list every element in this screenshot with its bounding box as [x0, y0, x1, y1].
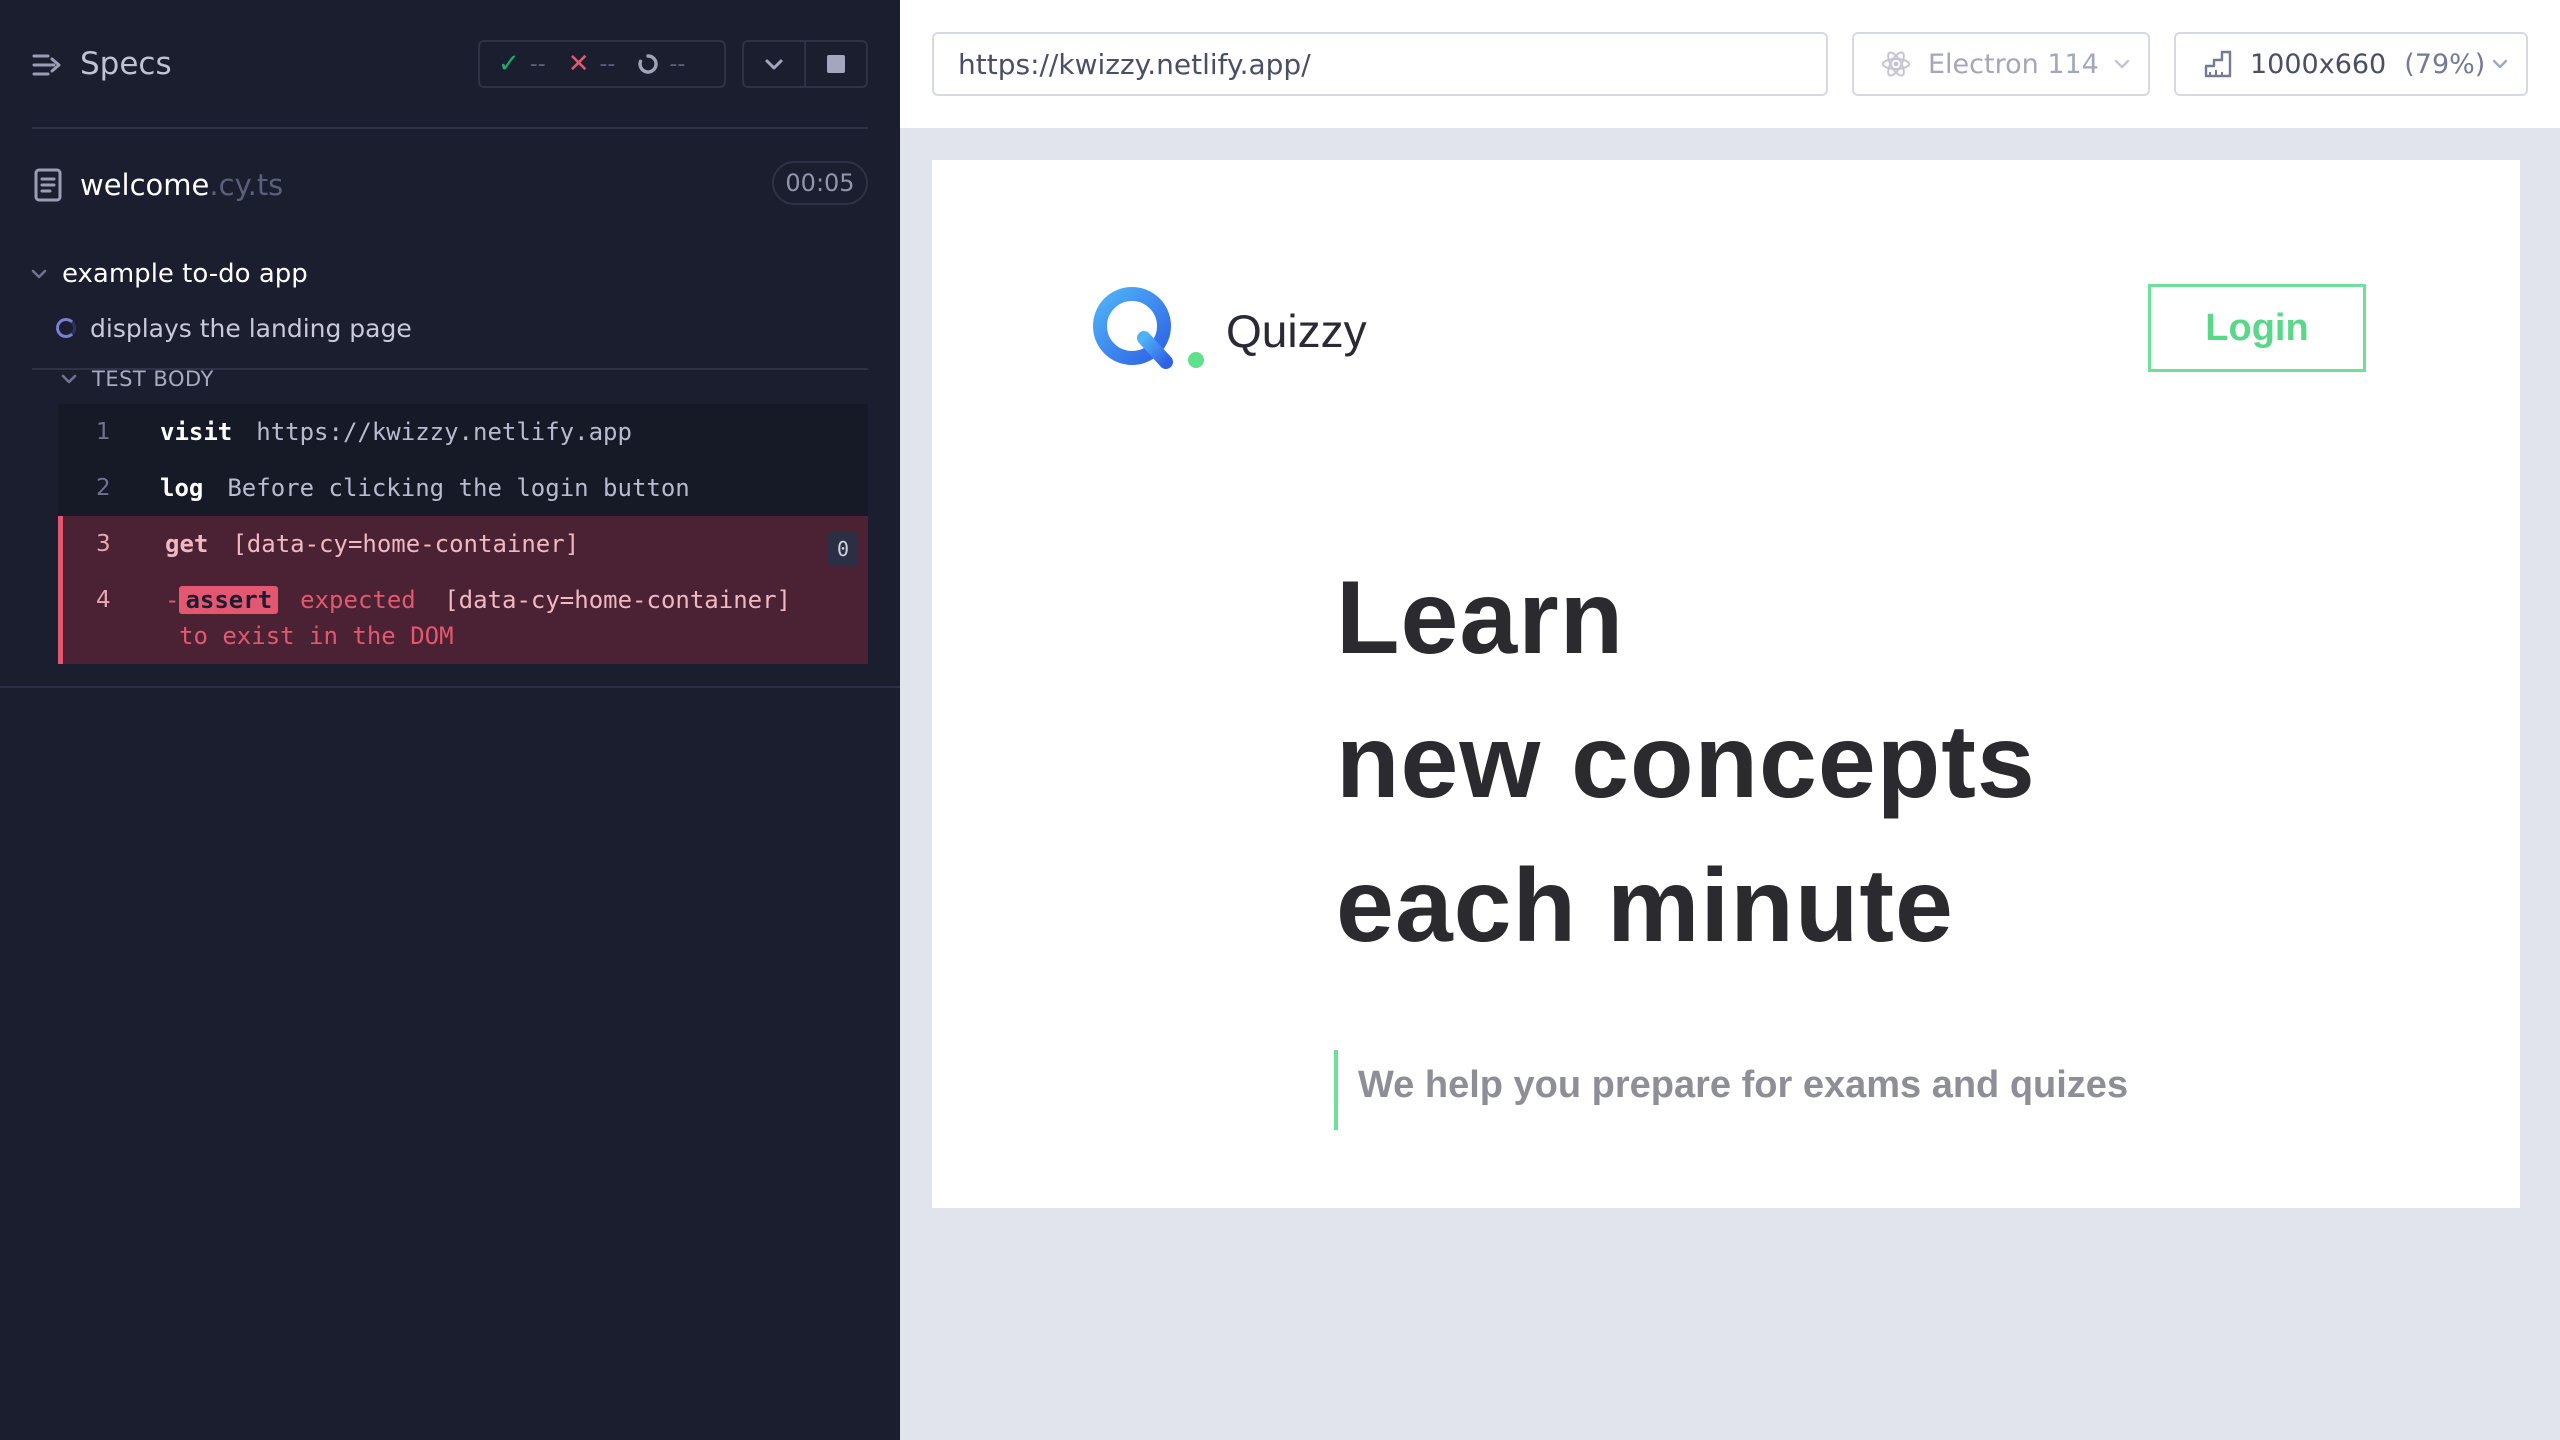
stop-icon — [827, 55, 845, 73]
stop-button[interactable] — [804, 42, 866, 86]
command-row[interactable]: 1 visit https://kwizzy.netlify.app — [58, 404, 868, 460]
pending-stat: -- — [637, 52, 685, 77]
aut-header: https://kwizzy.netlify.app/ Electron 114… — [900, 0, 2560, 128]
command-row[interactable]: 2 log Before clicking the login button — [58, 460, 868, 516]
pending-circle-icon — [638, 54, 659, 74]
brand-name: Quizzy — [1226, 305, 1367, 357]
run-controls — [742, 40, 868, 88]
chevron-down-icon — [2493, 59, 2508, 69]
viewport-selector[interactable]: 1000x660 (79%) — [2174, 32, 2528, 96]
chevron-down-icon — [2114, 59, 2130, 69]
runner-header: Specs ✓ -- ✕ -- -- — [0, 0, 900, 130]
duration-badge: 00:05 — [772, 161, 868, 205]
specs-label[interactable]: Specs — [80, 46, 172, 82]
runner-panel: Specs ✓ -- ✕ -- -- welcome.cy.ts 00:05 e… — [0, 0, 900, 1440]
browser-selector[interactable]: Electron 114 — [1852, 32, 2150, 96]
spec-header: welcome.cy.ts 00:05 — [0, 130, 900, 370]
suite-title[interactable]: example to-do app — [28, 252, 308, 296]
chevron-down-icon — [31, 269, 47, 279]
command-row-failed[interactable]: 3 get [data-cy=home-container] 0 — [58, 516, 868, 572]
test-stats: ✓ -- ✕ -- -- — [478, 40, 726, 88]
test-title[interactable]: displays the landing page — [56, 308, 412, 348]
electron-icon — [1882, 51, 1910, 77]
specs-menu-icon[interactable] — [32, 50, 62, 80]
element-count-badge: 0 — [828, 532, 858, 566]
running-spinner-icon — [56, 318, 76, 338]
login-button[interactable]: Login — [2148, 284, 2366, 372]
expand-collapse-button[interactable] — [744, 42, 804, 86]
divider — [0, 686, 900, 688]
chevron-down-icon — [61, 374, 77, 384]
tagline: We help you prepare for exams and quizes — [1358, 1064, 2129, 1106]
spec-filename: welcome.cy.ts — [80, 168, 284, 202]
test-body-toggle[interactable]: TEST BODY — [58, 362, 214, 396]
url-bar[interactable]: https://kwizzy.netlify.app/ — [932, 32, 1828, 96]
tagline-accent-bar — [1334, 1050, 1338, 1130]
ruler-icon — [2204, 50, 2232, 78]
x-icon: ✕ — [567, 49, 590, 79]
divider — [32, 127, 868, 129]
assert-tag: assert — [179, 586, 279, 614]
command-row-failed[interactable]: 4 - assert expected [data-cy=home-containe… — [58, 572, 868, 664]
chevron-down-icon — [765, 59, 783, 70]
app-preview-frame: Quizzy Login Learn new concepts each min… — [932, 160, 2520, 1208]
quizzy-logo-icon — [1093, 287, 1204, 369]
check-icon: ✓ — [498, 49, 520, 79]
failed-stat: ✕ -- — [567, 49, 616, 79]
passed-stat: ✓ -- — [498, 49, 546, 79]
document-icon — [34, 168, 62, 202]
hero-heading: Learn new concepts each minute — [1336, 560, 2036, 964]
command-log: 1 visit https://kwizzy.netlify.app 2 log B… — [58, 404, 868, 664]
